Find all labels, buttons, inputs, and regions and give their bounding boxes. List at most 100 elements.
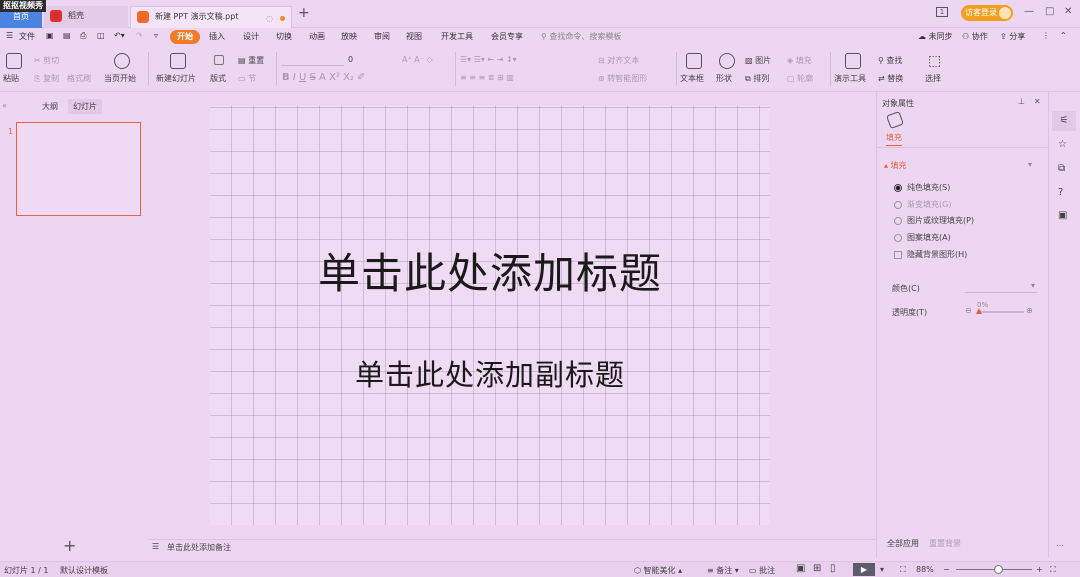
cursor-select-icon[interactable]: ⬚ <box>928 53 941 69</box>
tab-daoke[interactable]: 稻壳 <box>44 6 128 28</box>
reset-button[interactable]: ▤ 重置 <box>238 55 264 66</box>
search-command[interactable]: ⚲ 查找命令、搜索模板 <box>541 31 621 42</box>
radio-pattern-fill[interactable]: 图案填充(A) <box>894 232 951 243</box>
slider-handle[interactable] <box>976 308 982 314</box>
collab-button[interactable]: ⚇ 协作 <box>962 31 988 42</box>
list-icons[interactable]: ☰▾ ☰▾ ⇤ ⇥ ↕▾ <box>460 55 517 64</box>
close-button[interactable]: ✕ <box>1064 6 1072 17</box>
play-button[interactable]: ▶ <box>853 563 875 576</box>
animation-icon[interactable]: ☆ <box>1058 139 1067 150</box>
zoom-in-icon[interactable]: + <box>1036 565 1043 574</box>
underline-icon[interactable]: U <box>299 72 306 83</box>
radio-solid-fill[interactable]: 纯色填充(S) <box>894 182 950 193</box>
chevron-down-icon[interactable]: ▾ <box>1028 160 1032 169</box>
format-painter-button[interactable]: 格式刷 <box>67 73 91 84</box>
backup-icon[interactable]: ▣ <box>1058 210 1067 221</box>
tab-document[interactable]: 新建 PPT 演示文稿.ppt ◌ <box>130 6 292 28</box>
redo-icon[interactable]: ↷ <box>136 31 143 40</box>
fill-button[interactable]: ◈ 填充 <box>787 55 812 66</box>
zoom-slider-handle[interactable] <box>994 565 1003 574</box>
outline-button[interactable]: ▢ 轮廓 <box>787 73 813 84</box>
slide-subtitle-placeholder[interactable]: 单击此处添加副标题 <box>210 352 770 394</box>
arrange-button[interactable]: ⧉ 排列 <box>745 73 769 84</box>
customize-icon[interactable]: ▿ <box>154 31 158 40</box>
save-icon[interactable]: ▣ <box>46 31 54 40</box>
new-slide-icon[interactable] <box>170 53 186 69</box>
textbox-icon[interactable] <box>686 53 702 69</box>
pin-panel-icon[interactable]: ⊥ <box>1018 97 1025 106</box>
panel-header[interactable]: 对象属性 <box>882 98 914 109</box>
collapse-panel-icon[interactable]: « <box>2 101 7 110</box>
radio-picture-fill[interactable]: 图片或纹理填充(P) <box>894 215 974 226</box>
transparency-slider[interactable] <box>978 311 1024 313</box>
clear-format-icon[interactable]: ✐ <box>357 72 365 83</box>
menu-file[interactable]: 文件 <box>19 31 35 42</box>
maximize-button[interactable]: □ <box>1045 6 1054 17</box>
close-panel-icon[interactable]: ✕ <box>1034 97 1041 106</box>
cut-button[interactable]: ✂ 剪切 <box>34 55 59 66</box>
sync-status[interactable]: ☁ 未同步 <box>918 31 953 42</box>
normal-view-icon[interactable]: ▣ <box>796 563 805 574</box>
smart-art-button[interactable]: ⊛ 转智能图形 <box>598 73 647 84</box>
layout-icon[interactable] <box>214 55 224 65</box>
fill-tab[interactable]: 填充 <box>886 132 902 146</box>
fill-section-header[interactable]: ▴ 填充 <box>884 160 907 171</box>
more-icon[interactable]: ⋮ <box>1042 31 1050 40</box>
layout-button[interactable]: 版式 <box>210 73 226 84</box>
plus-icon[interactable]: ⊕ <box>1026 306 1033 315</box>
reset-background-button[interactable]: 重置背景 <box>929 538 961 549</box>
zoom-level[interactable]: 88% <box>916 565 934 574</box>
paste-icon[interactable] <box>6 53 22 69</box>
copy-button[interactable]: ⎘ 复制 <box>34 73 59 84</box>
menu-developer[interactable]: 开发工具 <box>441 31 473 42</box>
sorter-view-icon[interactable]: ⊞ <box>813 563 821 574</box>
shape-icon[interactable] <box>719 53 735 69</box>
textbox-button[interactable]: 文本框 <box>680 73 704 84</box>
slide-title-placeholder[interactable]: 单击此处添加标题 <box>210 240 770 301</box>
reading-view-icon[interactable]: ▯ <box>830 563 836 574</box>
apply-all-button[interactable]: 全部应用 <box>887 538 919 549</box>
font-family-select[interactable] <box>282 53 344 66</box>
play-from-current-button[interactable]: 当页开始 <box>104 73 136 84</box>
menu-design[interactable]: 设计 <box>243 31 259 42</box>
fullscreen-icon[interactable]: ⛶ <box>1050 565 1056 575</box>
add-slide-button[interactable]: + <box>63 536 76 555</box>
find-button[interactable]: ⚲ 查找 <box>878 55 902 66</box>
strikethrough-icon[interactable]: S <box>309 72 315 83</box>
menu-transition[interactable]: 切换 <box>276 31 292 42</box>
export-pdf-icon[interactable]: ▤ <box>63 31 71 40</box>
comments-toggle[interactable]: ▭ 批注 <box>749 565 775 576</box>
hamburger-icon[interactable]: ☰ <box>6 31 13 40</box>
font-color-icon[interactable]: A <box>319 72 326 83</box>
bold-icon[interactable]: B <box>282 72 290 83</box>
play-from-current-icon[interactable] <box>114 53 130 69</box>
tile-window-icon[interactable]: 1 <box>936 6 948 17</box>
minimize-button[interactable]: — <box>1024 6 1034 17</box>
menu-member[interactable]: 会员专享 <box>491 31 523 42</box>
help-icon[interactable]: ? <box>1058 187 1063 198</box>
fit-window-icon[interactable]: ⛶ <box>900 565 906 575</box>
picture-button[interactable]: ▨ 图片 <box>745 55 771 66</box>
pin-icon[interactable]: ◌ <box>266 9 273 29</box>
select-button[interactable]: 选择 <box>925 73 941 84</box>
template-name[interactable]: 默认设计模板 <box>60 565 108 576</box>
menu-review[interactable]: 审阅 <box>374 31 390 42</box>
undo-icon[interactable]: ↶▾ <box>114 31 125 40</box>
menu-view[interactable]: 视图 <box>406 31 422 42</box>
hide-background-checkbox[interactable]: 隐藏背景图形(H) <box>894 249 967 260</box>
show-tools-icon[interactable] <box>845 53 861 69</box>
slide-canvas[interactable] <box>210 105 770 525</box>
menu-insert[interactable]: 插入 <box>209 31 225 42</box>
share-button[interactable]: ⇪ 分享 <box>1000 31 1025 42</box>
menu-slideshow[interactable]: 放映 <box>341 31 357 42</box>
new-tab-button[interactable]: + <box>298 5 310 21</box>
notes-bar[interactable] <box>148 539 876 557</box>
collapse-ribbon-icon[interactable]: ⌃ <box>1060 31 1067 40</box>
guest-login-button[interactable]: 访客登录 <box>961 5 1013 21</box>
menu-animation[interactable]: 动画 <box>309 31 325 42</box>
radio-gradient-fill[interactable]: 渐变填充(G) <box>894 199 951 210</box>
minus-icon[interactable]: ⊖ <box>965 306 972 315</box>
align-text-button[interactable]: ⊟ 对齐文本 <box>598 55 639 66</box>
superscript-icon[interactable]: X² <box>329 72 340 83</box>
align-icons[interactable]: ≡ ≡ ≡ ≣ ⊞ ▥ <box>460 73 514 82</box>
